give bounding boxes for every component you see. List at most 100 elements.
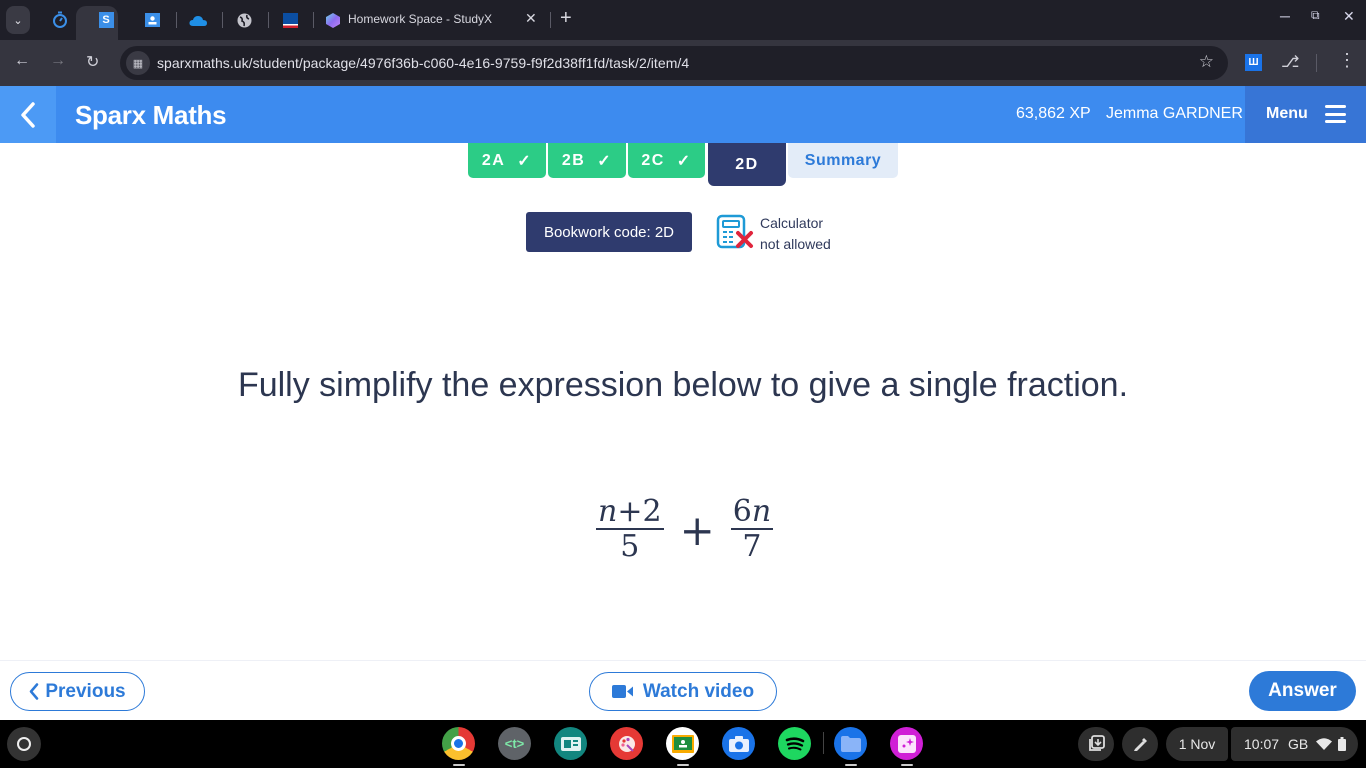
- minimize-icon[interactable]: ─: [1280, 8, 1290, 24]
- tab-separator: [176, 12, 177, 28]
- clock-time: 10:07: [1244, 736, 1280, 752]
- previous-label: Previous: [45, 680, 126, 702]
- task-tab-label: 2B: [561, 151, 586, 169]
- xp-count: 63,862 XP: [1016, 105, 1091, 122]
- calculator-status-line2: not allowed: [760, 236, 831, 252]
- google-classroom-icon: [144, 13, 160, 27]
- brand-logo: Sparx Maths: [75, 100, 227, 130]
- shelf-separator: [823, 732, 824, 754]
- task-tab-label: 2D: [735, 155, 759, 173]
- numerator-rest: +2: [617, 494, 662, 529]
- gallery-sparkle-icon: [897, 734, 916, 753]
- date-button[interactable]: 1 Nov: [1166, 727, 1228, 761]
- status-tray[interactable]: 10:07 GB: [1231, 727, 1358, 761]
- date-text: 1 Nov: [1178, 736, 1216, 752]
- active-tab-title[interactable]: Homework Space - StudyX: [348, 12, 492, 26]
- folder-icon: [840, 735, 861, 752]
- chrome-icon: [451, 736, 466, 751]
- close-tab-icon[interactable]: ✕: [525, 10, 537, 27]
- video-camera-icon: [611, 685, 633, 698]
- fraction-1: n+2 5: [596, 496, 664, 564]
- app-header: Sparx Maths 63,862 XP Jemma GARDNER Menu: [0, 86, 1366, 143]
- tab-separator: [550, 12, 551, 28]
- task-tab-summary[interactable]: Summary: [788, 143, 898, 178]
- shelf-app-paint[interactable]: [610, 727, 643, 760]
- url-text[interactable]: sparxmaths.uk/student/package/4976f36b-c…: [157, 55, 689, 71]
- app-running-indicator: [453, 764, 465, 766]
- extension-icon[interactable]: Ш: [1245, 54, 1262, 71]
- onedrive-icon: [189, 15, 207, 26]
- spotify-icon: [785, 736, 804, 750]
- shelf-app-classroom[interactable]: [666, 727, 699, 760]
- task-tab-2c[interactable]: 2C ✓: [628, 143, 705, 178]
- hamburger-icon: [1325, 105, 1346, 123]
- pinned-tab-flag[interactable]: [278, 8, 302, 32]
- footer-divider: [0, 660, 1366, 661]
- extensions-puzzle-icon[interactable]: ⎇: [1281, 52, 1299, 72]
- pinned-tab-globe[interactable]: [232, 8, 256, 32]
- sparx-s-icon: S: [98, 12, 114, 28]
- fraction-1-denominator: 5: [620, 529, 640, 564]
- shelf-app-news[interactable]: [554, 727, 587, 760]
- address-bar[interactable]: ▦ sparxmaths.uk/student/package/4976f36b…: [120, 46, 1228, 80]
- task-tab-2a[interactable]: 2A ✓: [468, 143, 546, 178]
- shelf-app-files[interactable]: [834, 727, 867, 760]
- chevron-left-icon: [30, 683, 39, 700]
- studyx-tab-favicon: [321, 8, 345, 32]
- math-expression: n+2 5 + 6n 7: [596, 490, 774, 570]
- shelf-app-spotify[interactable]: [778, 727, 811, 760]
- header-back-button[interactable]: [0, 86, 56, 143]
- forward-arrow-icon[interactable]: →: [50, 52, 66, 70]
- previous-button[interactable]: Previous: [10, 672, 145, 711]
- task-tab-label: 2A: [481, 151, 506, 169]
- browser-tab-bar: ⌄ S Homework Space - StudyX ✕ + ─ ⧉ ✕: [0, 0, 1366, 40]
- browser-menu-icon[interactable]: ⋮: [1338, 50, 1356, 71]
- wifi-icon: [1316, 738, 1333, 750]
- bookwork-code: Bookwork code: 2D: [526, 212, 692, 252]
- app-running-indicator: [901, 764, 913, 766]
- check-icon: ✓: [517, 152, 533, 170]
- answer-button[interactable]: Answer: [1249, 671, 1356, 711]
- variable-n: n: [598, 494, 618, 529]
- reload-icon[interactable]: ↻: [86, 52, 99, 72]
- screenshot-stack-icon: [1089, 735, 1105, 751]
- close-window-icon[interactable]: ✕: [1343, 8, 1355, 25]
- watch-video-button[interactable]: Watch video: [589, 672, 777, 711]
- tab-search-button[interactable]: ⌄: [6, 6, 30, 34]
- pinned-tab-onedrive[interactable]: [186, 8, 210, 32]
- chevron-left-icon: [21, 101, 35, 128]
- tab-separator: [222, 12, 223, 28]
- globe-icon: [237, 13, 251, 27]
- keyboard-region: GB: [1288, 736, 1309, 752]
- task-tab-2d[interactable]: 2D: [708, 143, 786, 186]
- pinned-tab-timer[interactable]: [48, 8, 72, 32]
- shelf-app-chrome[interactable]: [442, 727, 475, 760]
- launcher-icon: [17, 737, 31, 751]
- menu-button[interactable]: Menu: [1245, 86, 1366, 143]
- task-tab-2b[interactable]: 2B ✓: [548, 143, 626, 178]
- browser-toolbar: ← → ↻ ▦ sparxmaths.uk/student/package/49…: [0, 40, 1366, 86]
- pinned-tab-classroom[interactable]: [140, 8, 164, 32]
- calculator-status: Calculator not allowed: [760, 213, 831, 255]
- shelf-app-camera[interactable]: [722, 727, 755, 760]
- screen-capture-button[interactable]: [1078, 727, 1114, 761]
- site-info-icon[interactable]: ▦: [126, 51, 150, 75]
- launcher-button[interactable]: [7, 727, 41, 761]
- battery-icon: [1338, 737, 1347, 751]
- new-tab-button[interactable]: +: [560, 7, 572, 30]
- bookmark-star-icon[interactable]: ☆: [1199, 52, 1214, 72]
- stylus-tools-button[interactable]: [1122, 727, 1158, 761]
- fraction-1-numerator: n+2: [596, 496, 664, 530]
- back-arrow-icon[interactable]: ←: [14, 52, 30, 70]
- user-name: Jemma GARDNER: [1106, 105, 1243, 122]
- menu-label: Menu: [1266, 105, 1308, 122]
- plus-operator: +: [679, 505, 715, 555]
- check-icon: ✓: [597, 152, 613, 170]
- timer-icon: [53, 11, 67, 28]
- fraction-2-numerator: 6n: [730, 496, 774, 530]
- shelf-app-text[interactable]: <t>: [498, 727, 531, 760]
- text-editor-icon: <t>: [504, 736, 525, 751]
- shelf-app-gallery[interactable]: [890, 727, 923, 760]
- pinned-tab-sparx[interactable]: S: [94, 8, 118, 32]
- restore-icon[interactable]: ⧉: [1311, 8, 1320, 23]
